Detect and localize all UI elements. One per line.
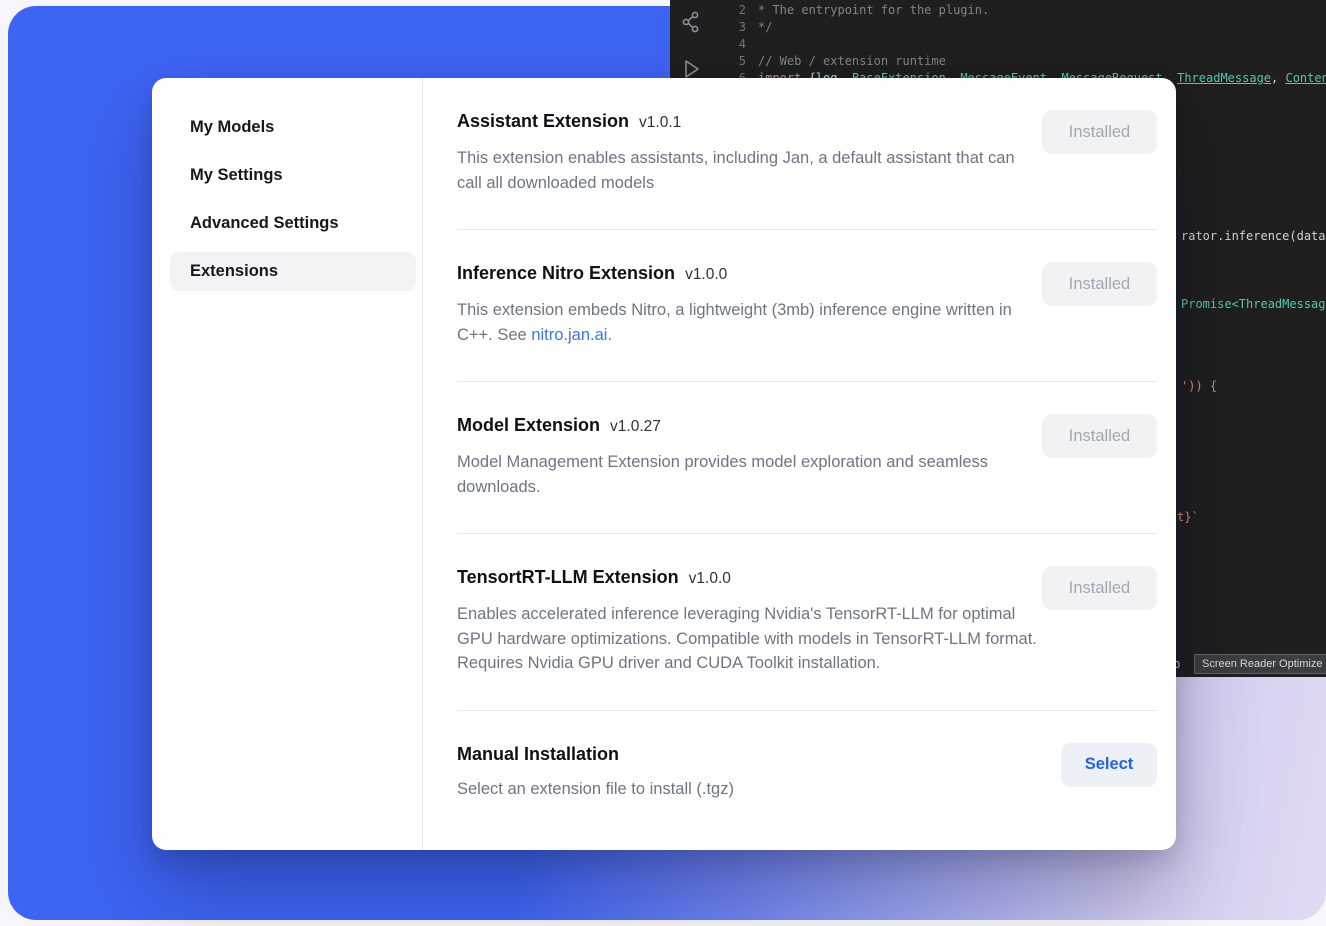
sidebar-item-my-settings[interactable]: My Settings (170, 156, 416, 195)
sidebar-item-advanced-settings[interactable]: Advanced Settings (170, 204, 416, 243)
extension-name: Inference Nitro Extension (457, 262, 675, 284)
code-line: 4 (712, 36, 1326, 53)
extension-version: v1.0.0 (689, 568, 731, 590)
nitro-jan-ai-link[interactable]: nitro.jan.ai. (531, 326, 612, 344)
extension-description: Select an extension file to install (.tg… (457, 777, 1042, 802)
installed-button[interactable]: Installed (1042, 566, 1157, 610)
extension-row-tensorrt: TensortRT-LLM Extension v1.0.0 Enables a… (457, 534, 1157, 711)
code-line: 3 */ (712, 19, 1326, 36)
extension-info: Inference Nitro Extension v1.0.0 This ex… (457, 262, 1042, 347)
page-background: 2 * The entrypoint for the plugin.3 */45… (0, 0, 1326, 926)
extension-version: v1.0.27 (610, 416, 661, 438)
sidebar-item-my-models[interactable]: My Models (170, 108, 416, 147)
extension-row-model: Model Extension v1.0.27 Model Management… (457, 382, 1157, 534)
extension-info: TensortRT-LLM Extension v1.0.0 Enables a… (457, 566, 1042, 676)
extension-description: Enables accelerated inference leveraging… (457, 602, 1042, 676)
extension-row-nitro: Inference Nitro Extension v1.0.0 This ex… (457, 230, 1157, 382)
extensions-panel: Assistant Extension v1.0.1 This extensio… (423, 78, 1176, 850)
installed-button[interactable]: Installed (1042, 262, 1157, 306)
extension-info: Assistant Extension v1.0.1 This extensio… (457, 110, 1042, 195)
extension-version: v1.0.1 (639, 112, 681, 134)
extension-title: Inference Nitro Extension v1.0.0 (457, 262, 1042, 286)
extension-description: This extension enables assistants, inclu… (457, 146, 1042, 195)
extension-description: This extension embeds Nitro, a lightweig… (457, 298, 1042, 347)
sidebar-item-extensions[interactable]: Extensions (170, 252, 416, 291)
extension-description-text: Model Management Extension provides mode… (457, 453, 988, 496)
installed-button[interactable]: Installed (1042, 414, 1157, 458)
extension-title: Model Extension v1.0.27 (457, 414, 1042, 438)
screen-reader-badge[interactable]: Screen Reader Optimize (1194, 654, 1326, 674)
extension-row-assistant: Assistant Extension v1.0.1 This extensio… (457, 78, 1157, 230)
extension-description-text: Enables accelerated inference leveraging… (457, 605, 1037, 672)
settings-card: My Models My Settings Advanced Settings … (152, 78, 1176, 850)
extension-row-manual-install: Manual Installation Select an extension … (457, 711, 1157, 836)
code-fragment: ')) { (1181, 379, 1217, 394)
extension-title: Manual Installation (457, 743, 1042, 765)
extension-name: TensortRT-LLM Extension (457, 566, 679, 588)
extension-version: v1.0.0 (685, 264, 727, 286)
select-file-button[interactable]: Select (1061, 743, 1157, 787)
extension-description-text: Select an extension file to install (.tg… (457, 780, 734, 798)
source-control-icon (680, 10, 702, 34)
editor-activity-bar (670, 10, 712, 82)
code-fragment: t}` (1177, 510, 1199, 525)
extension-description-text: This extension enables assistants, inclu… (457, 149, 1015, 192)
extension-name: Manual Installation (457, 743, 619, 765)
extension-info: Manual Installation Select an extension … (457, 743, 1042, 802)
code-fragment: Promise<ThreadMessage> (1181, 297, 1326, 312)
code-line: 2 * The entrypoint for the plugin. (712, 2, 1326, 19)
settings-sidebar: My Models My Settings Advanced Settings … (152, 78, 423, 850)
installed-button[interactable]: Installed (1042, 110, 1157, 154)
extension-name: Model Extension (457, 414, 600, 436)
extension-title: TensortRT-LLM Extension v1.0.0 (457, 566, 1042, 590)
code-lines: 2 * The entrypoint for the plugin.3 */45… (712, 2, 1326, 87)
extension-description: Model Management Extension provides mode… (457, 450, 1042, 499)
extension-name: Assistant Extension (457, 110, 629, 132)
code-fragment: rator.inference(data)); (1181, 229, 1326, 244)
code-line: 5// Web / extension runtime (712, 53, 1326, 70)
extension-info: Model Extension v1.0.27 Model Management… (457, 414, 1042, 499)
extension-title: Assistant Extension v1.0.1 (457, 110, 1042, 134)
